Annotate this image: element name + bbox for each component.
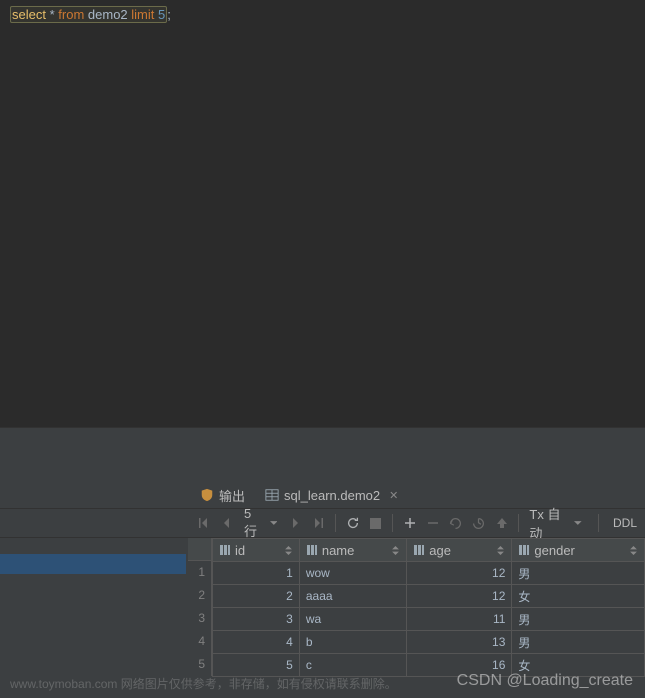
- column-header-name[interactable]: name: [299, 539, 406, 562]
- sort-icon: [391, 546, 400, 555]
- row-number[interactable]: 5: [188, 653, 212, 676]
- tab-output-label: 输出: [219, 486, 245, 505]
- watermark-text: CSDN @Loading_create: [457, 672, 633, 690]
- cell-gender[interactable]: 男: [512, 608, 645, 631]
- row-count-label[interactable]: 5 行: [238, 506, 283, 540]
- cell-id[interactable]: 1: [213, 562, 300, 585]
- header-row: id name age gender: [213, 539, 645, 562]
- results-panel: 输出 sql_learn.demo2 ✕ 5 行 Tx 自动 DDL 1: [0, 482, 645, 677]
- cell-name[interactable]: wa: [299, 608, 406, 631]
- submit-button[interactable]: [491, 512, 512, 534]
- row-number[interactable]: 1: [188, 561, 212, 584]
- table-row[interactable]: 1wow12男: [213, 562, 645, 585]
- sql-editor[interactable]: select * from demo2 limit 5;: [0, 0, 645, 428]
- cell-gender[interactable]: 男: [512, 562, 645, 585]
- row-gutter: 1 2 3 4 5: [188, 538, 212, 677]
- cell-id[interactable]: 5: [213, 654, 300, 677]
- chevron-down-icon: [270, 519, 278, 527]
- stop-button[interactable]: [365, 512, 386, 534]
- cell-id[interactable]: 3: [213, 608, 300, 631]
- table-name: demo2: [88, 7, 128, 22]
- row-number[interactable]: 4: [188, 630, 212, 653]
- table-icon: [265, 488, 279, 502]
- next-page-button[interactable]: [285, 512, 306, 534]
- sort-icon: [629, 546, 638, 555]
- sort-icon: [284, 546, 293, 555]
- ddl-button[interactable]: DDL: [605, 516, 645, 530]
- keyword-from: from: [58, 7, 84, 22]
- keyword-select: select: [12, 7, 46, 22]
- shield-icon: [200, 488, 214, 502]
- table-row[interactable]: 2aaaa12女: [213, 585, 645, 608]
- column-icon: [518, 544, 530, 556]
- column-icon: [306, 544, 318, 556]
- keyword-limit: limit: [131, 7, 154, 22]
- limit-number: 5: [158, 7, 165, 22]
- sort-icon: [496, 546, 505, 555]
- watermark-text: www.toymoban.com 网络图片仅供参考，非存储，如有侵权请联系删除。: [10, 675, 397, 692]
- cell-age[interactable]: 11: [407, 608, 512, 631]
- revert-button[interactable]: [445, 512, 466, 534]
- cell-name[interactable]: wow: [299, 562, 406, 585]
- row-number[interactable]: 2: [188, 584, 212, 607]
- chevron-down-icon: [574, 519, 582, 527]
- tab-output[interactable]: 输出: [192, 482, 253, 509]
- sql-query-line: select * from demo2 limit 5;: [10, 6, 635, 25]
- cell-name[interactable]: aaaa: [299, 585, 406, 608]
- column-icon: [413, 544, 425, 556]
- cell-gender[interactable]: 女: [512, 585, 645, 608]
- column-header-gender[interactable]: gender: [512, 539, 645, 562]
- cell-age[interactable]: 12: [407, 562, 512, 585]
- tab-data[interactable]: sql_learn.demo2 ✕: [257, 484, 406, 507]
- cell-id[interactable]: 4: [213, 631, 300, 654]
- column-header-age[interactable]: age: [407, 539, 512, 562]
- refresh-button[interactable]: [342, 512, 363, 534]
- results-toolbar: 5 行 Tx 自动 DDL: [0, 508, 645, 538]
- column-icon: [219, 544, 231, 556]
- cell-id[interactable]: 2: [213, 585, 300, 608]
- remove-row-button[interactable]: [422, 512, 443, 534]
- first-page-button[interactable]: [192, 512, 213, 534]
- cell-name[interactable]: b: [299, 631, 406, 654]
- star-token: *: [50, 7, 55, 22]
- cell-gender[interactable]: 男: [512, 631, 645, 654]
- prev-page-button[interactable]: [215, 512, 236, 534]
- cell-age[interactable]: 13: [407, 631, 512, 654]
- semicolon: ;: [167, 7, 171, 22]
- selection-strip: [0, 554, 186, 574]
- close-icon[interactable]: ✕: [389, 489, 398, 502]
- tab-data-label: sql_learn.demo2: [284, 488, 380, 503]
- table-row[interactable]: 3wa11男: [213, 608, 645, 631]
- cell-name[interactable]: c: [299, 654, 406, 677]
- last-page-button[interactable]: [308, 512, 329, 534]
- column-header-id[interactable]: id: [213, 539, 300, 562]
- row-number[interactable]: 3: [188, 607, 212, 630]
- add-row-button[interactable]: [399, 512, 420, 534]
- commit-button[interactable]: [468, 512, 489, 534]
- cell-age[interactable]: 12: [407, 585, 512, 608]
- tx-mode-dropdown[interactable]: Tx 自动: [525, 504, 586, 542]
- table-row[interactable]: 4b13男: [213, 631, 645, 654]
